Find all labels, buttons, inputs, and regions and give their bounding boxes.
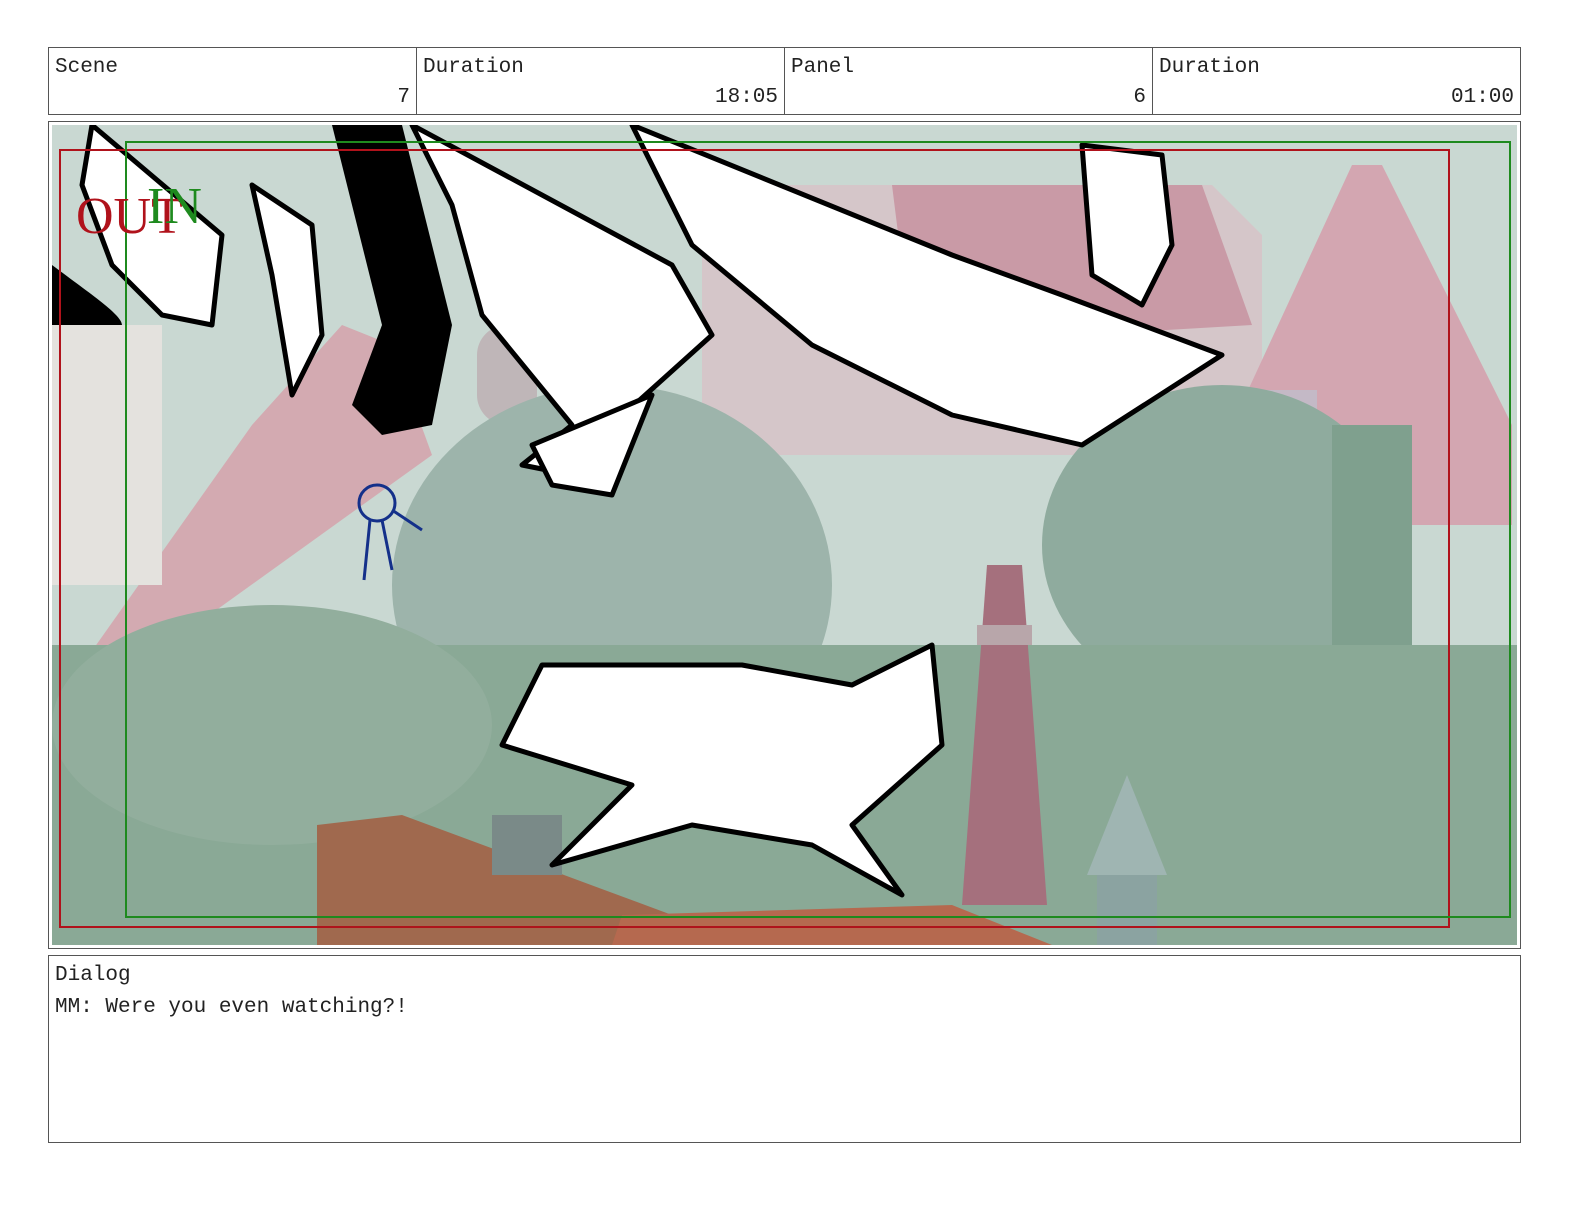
scene-duration-cell: Duration 18:05 [417, 48, 785, 114]
dialog-text: MM: Were you even watching?! [55, 996, 408, 1019]
left-building [52, 325, 162, 585]
small-spire-base [1097, 875, 1157, 945]
panel-duration-value: 01:00 [1450, 86, 1514, 109]
panel-artwork: OUT IN [52, 125, 1517, 945]
panel-duration-cell: Duration 01:00 [1153, 48, 1520, 114]
panel-duration-label: Duration [1159, 56, 1260, 79]
scene-label: Scene [55, 56, 119, 79]
dialog-box: Dialog MM: Were you even watching?! [48, 955, 1521, 1143]
left-bush [52, 605, 492, 845]
dialog-label: Dialog [55, 964, 131, 987]
in-frame-label: IN [147, 178, 202, 235]
scene-duration-value: 18:05 [714, 86, 778, 109]
spire-ring [977, 625, 1032, 645]
scene-duration-label: Duration [423, 56, 524, 79]
panel-info-header: Scene 7 Duration 18:05 Panel 6 Duration … [48, 47, 1521, 115]
panel-label: Panel [791, 56, 855, 79]
panel-cell: Panel 6 [785, 48, 1153, 114]
panel-number: 6 [1133, 86, 1146, 109]
scene-cell: Scene 7 [49, 48, 417, 114]
storyboard-panel: OUT IN [48, 121, 1521, 949]
scene-number: 7 [397, 86, 410, 109]
